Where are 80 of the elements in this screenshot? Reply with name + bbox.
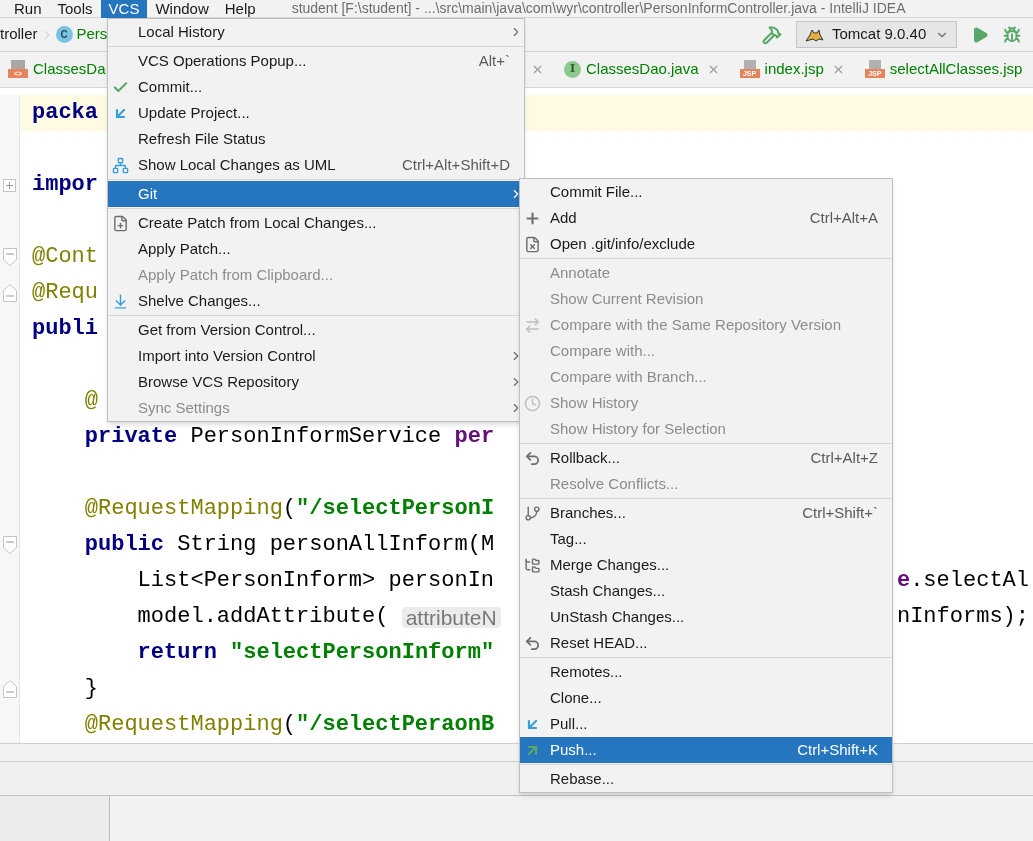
undo-icon [524,449,541,467]
shortcut-label: Ctrl+Alt+A [809,207,879,228]
menu-item[interactable]: Reset HEAD... [520,630,892,656]
code-text: ( [282,714,297,736]
menu-bar-item[interactable]: Help [216,0,264,18]
menu-item[interactable]: Show Local Changes as UML Ctrl+Alt+Shift+D [108,152,524,178]
clock-icon [524,394,541,412]
undo-icon [524,634,541,652]
document-icon [112,214,129,232]
compare-icon [524,316,541,334]
download-icon [112,292,129,310]
editor-tab[interactable]: I ClassesDao.java [564,52,699,87]
code-text: List<PersonInform> personIn [136,570,495,592]
shortcut-label: Ctrl+Alt+Shift+D [402,154,511,175]
menu-bar-item[interactable]: Tools [49,0,101,18]
menu-item[interactable]: VCS Operations Popup... Alt+` [108,48,524,74]
code-text: impor [32,174,98,196]
window-title: student [F:\student] - ...\src\main\java\com\wyr\controller\PersonInformController.java - IntelliJ IDEA [291,0,906,18]
code-text: e [896,570,911,592]
branch-icon [524,504,541,522]
menu-item[interactable]: UnStash Changes... [520,604,892,630]
menu-item[interactable]: Clone... [520,685,892,711]
build-icon[interactable] [762,24,782,45]
code-text: @ [83,390,98,412]
code-text: private [83,426,178,448]
menu-item[interactable]: Refresh File Status [108,126,524,152]
code-text: @Requ [32,282,98,304]
code-text: "/selectPeraonB [296,714,495,736]
fold-plus-icon [3,178,16,192]
menu-item[interactable]: Update Project... [108,100,524,126]
code-text: return [136,642,217,664]
code-text: public [83,534,165,556]
menu-item[interactable]: Merge Changes... [520,552,892,578]
menu-item[interactable]: Stash Changes... [520,578,892,604]
code-text: model.addAttribute( [136,606,390,628]
breadcrumb-item[interactable]: troller [0,23,38,46]
code-text: nInforms); [896,606,1029,628]
document-icon [524,235,541,253]
menu-bar-item[interactable]: VCS [100,0,148,18]
code-text: publi [32,318,98,340]
shortcut-label: Ctrl+Shift+` [802,502,879,523]
close-icon[interactable] [531,63,544,76]
menu-item[interactable]: Tag... [520,526,892,552]
code-text: ( [282,498,297,520]
shortcut-label: Ctrl+Alt+Z [810,447,879,468]
menu-item[interactable]: Push... Ctrl+Shift+K [520,737,892,763]
code-text: @RequestMapping [83,498,283,520]
debug-icon[interactable] [1003,25,1021,44]
menu-item[interactable]: Open .git/info/exclude [520,231,892,257]
class-icon: C [55,26,73,43]
parameter-hint: attributeN [401,606,501,628]
plus-icon [524,209,541,227]
menu-item[interactable]: Branches... Ctrl+Shift+` [520,500,892,526]
breadcrumb-item[interactable]: C Pers [55,23,108,46]
code-text: "/selectPersonI [296,498,495,520]
code-text: PersonInformService [189,426,443,448]
run-configuration-dropdown[interactable]: Tomcat 9.0.40 [796,21,957,48]
menu-item[interactable]: Commit... [108,74,524,100]
run-icon[interactable] [971,25,989,44]
diagram-icon [112,156,129,174]
code-text: .selectAl [910,570,1029,592]
menu-item[interactable]: Rollback... Ctrl+Alt+Z [520,445,892,471]
code-text: } [83,678,98,700]
interface-icon: I [564,61,581,78]
menu-bar-item[interactable]: Run [6,0,50,18]
menu-bar-item[interactable]: Window [147,0,217,18]
shortcut-label: Alt+` [478,50,511,71]
code-text: per [454,426,495,448]
menu-item[interactable]: Add Ctrl+Alt+A [520,205,892,231]
code-text: packa [32,102,98,124]
shortcut-label: Ctrl+Shift+K [797,739,879,760]
code-text: String personAllInform(M [176,534,495,556]
code-text: @RequestMapping [83,714,283,736]
menu-item[interactable]: Rebase... [520,766,892,792]
code-text: "selectPersonInform" [229,642,495,664]
menu-item[interactable]: Remotes... [520,659,892,685]
code-text: @Cont [32,246,98,268]
menu-item[interactable]: Pull... [520,711,892,737]
folder-tree-icon [524,556,541,574]
menu-item[interactable]: Local History [108,19,524,45]
